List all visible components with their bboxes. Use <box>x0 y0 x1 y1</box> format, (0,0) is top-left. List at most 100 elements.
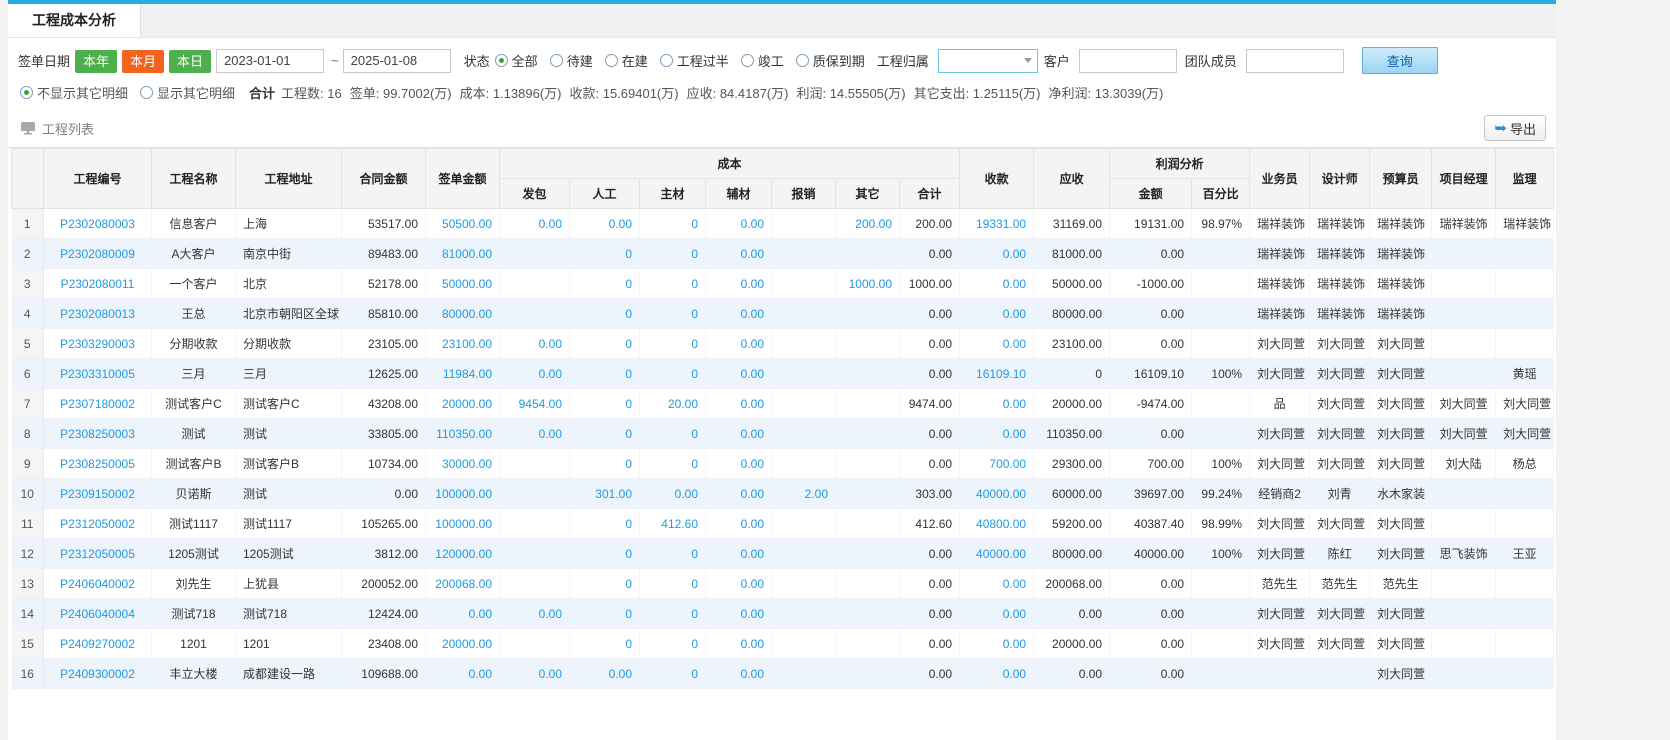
radio-icon[interactable] <box>796 54 809 67</box>
cell-project-code[interactable]: P2302080011 <box>44 269 152 299</box>
cell-labor[interactable]: 0 <box>570 389 640 419</box>
quick-date-button[interactable]: 本月 <box>122 50 164 73</box>
cell-main-material[interactable]: 412.60 <box>640 509 706 539</box>
cell-aux-material[interactable]: 0.00 <box>706 449 772 479</box>
radio-icon[interactable] <box>495 54 508 67</box>
cell-received[interactable]: 40800.00 <box>960 509 1034 539</box>
cell-labor[interactable]: 0 <box>570 299 640 329</box>
cell-main-material[interactable]: 0 <box>640 209 706 239</box>
cell-project-code[interactable]: P2307180002 <box>44 389 152 419</box>
cell-main-material[interactable]: 20.00 <box>640 389 706 419</box>
cell-labor[interactable]: 0 <box>570 539 640 569</box>
cell-signed-amount[interactable]: 20000.00 <box>426 629 500 659</box>
cell-project-code[interactable]: P2409270002 <box>44 629 152 659</box>
cell-aux-material[interactable]: 0.00 <box>706 599 772 629</box>
cell-received[interactable]: 700.00 <box>960 449 1034 479</box>
customer-input[interactable] <box>1079 49 1177 73</box>
cell-outsource[interactable]: 0.00 <box>500 659 570 689</box>
cell-aux-material[interactable]: 0.00 <box>706 509 772 539</box>
cell-project-code[interactable]: P2302080013 <box>44 299 152 329</box>
cell-aux-material[interactable]: 0.00 <box>706 539 772 569</box>
cell-outsource[interactable]: 0.00 <box>500 329 570 359</box>
cell-received[interactable]: 0.00 <box>960 659 1034 689</box>
export-button[interactable]: ➥ 导出 <box>1484 115 1546 141</box>
cell-signed-amount[interactable]: 110350.00 <box>426 419 500 449</box>
cell-received[interactable]: 0.00 <box>960 419 1034 449</box>
cell-labor[interactable]: 0 <box>570 449 640 479</box>
cell-received[interactable]: 40000.00 <box>960 479 1034 509</box>
cell-outsource[interactable]: 0.00 <box>500 209 570 239</box>
cell-main-material[interactable]: 0 <box>640 269 706 299</box>
status-option[interactable]: 全部 <box>495 51 538 70</box>
status-option[interactable]: 工程过半 <box>660 51 729 70</box>
cell-received[interactable]: 40000.00 <box>960 539 1034 569</box>
cell-signed-amount[interactable]: 50000.00 <box>426 269 500 299</box>
cell-signed-amount[interactable]: 0.00 <box>426 659 500 689</box>
cell-signed-amount[interactable]: 100000.00 <box>426 479 500 509</box>
detail-toggle-option[interactable]: 不显示其它明细 <box>20 83 128 102</box>
cell-signed-amount[interactable]: 20000.00 <box>426 389 500 419</box>
cell-aux-material[interactable]: 0.00 <box>706 269 772 299</box>
cell-labor[interactable]: 0 <box>570 269 640 299</box>
project-owner-select[interactable] <box>938 49 1038 73</box>
cell-outsource[interactable]: 0.00 <box>500 359 570 389</box>
cell-main-material[interactable]: 0 <box>640 299 706 329</box>
cell-received[interactable]: 0.00 <box>960 629 1034 659</box>
cell-aux-material[interactable]: 0.00 <box>706 569 772 599</box>
tab-project-cost-analysis[interactable]: 工程成本分析 <box>8 4 141 37</box>
cell-project-code[interactable]: P2303290003 <box>44 329 152 359</box>
cell-project-code[interactable]: P2406040004 <box>44 599 152 629</box>
cell-main-material[interactable]: 0 <box>640 569 706 599</box>
cell-outsource[interactable]: 0.00 <box>500 599 570 629</box>
cell-project-code[interactable]: P2309150002 <box>44 479 152 509</box>
cell-received[interactable]: 0.00 <box>960 299 1034 329</box>
cell-labor[interactable]: 0 <box>570 239 640 269</box>
cell-project-code[interactable]: P2312050002 <box>44 509 152 539</box>
status-option[interactable]: 竣工 <box>741 51 784 70</box>
cell-labor[interactable]: 0 <box>570 569 640 599</box>
status-option[interactable]: 在建 <box>605 51 648 70</box>
radio-icon[interactable] <box>140 86 153 99</box>
cell-project-code[interactable]: P2303310005 <box>44 359 152 389</box>
status-option[interactable]: 质保到期 <box>796 51 865 70</box>
query-button[interactable]: 查询 <box>1362 47 1438 74</box>
cell-signed-amount[interactable]: 50500.00 <box>426 209 500 239</box>
cell-outsource[interactable]: 0.00 <box>500 419 570 449</box>
quick-date-button[interactable]: 本日 <box>169 50 211 73</box>
cell-aux-material[interactable]: 0.00 <box>706 359 772 389</box>
team-member-input[interactable] <box>1246 49 1344 73</box>
cell-other[interactable]: 200.00 <box>836 209 900 239</box>
cell-signed-amount[interactable]: 120000.00 <box>426 539 500 569</box>
cell-aux-material[interactable]: 0.00 <box>706 209 772 239</box>
cell-signed-amount[interactable]: 81000.00 <box>426 239 500 269</box>
cell-main-material[interactable]: 0 <box>640 239 706 269</box>
cell-labor[interactable]: 0.00 <box>570 659 640 689</box>
cell-main-material[interactable]: 0 <box>640 419 706 449</box>
cell-main-material[interactable]: 0.00 <box>640 479 706 509</box>
cell-labor[interactable]: 0 <box>570 329 640 359</box>
cell-signed-amount[interactable]: 11984.00 <box>426 359 500 389</box>
detail-toggle-option[interactable]: 显示其它明细 <box>140 83 235 102</box>
cell-main-material[interactable]: 0 <box>640 359 706 389</box>
cell-reimburse[interactable]: 2.00 <box>772 479 836 509</box>
cell-received[interactable]: 0.00 <box>960 269 1034 299</box>
cell-labor[interactable]: 0 <box>570 599 640 629</box>
cell-received[interactable]: 19331.00 <box>960 209 1034 239</box>
cell-received[interactable]: 0.00 <box>960 239 1034 269</box>
cell-aux-material[interactable]: 0.00 <box>706 299 772 329</box>
cell-aux-material[interactable]: 0.00 <box>706 479 772 509</box>
cell-labor[interactable]: 0 <box>570 509 640 539</box>
radio-icon[interactable] <box>605 54 618 67</box>
cell-received[interactable]: 16109.10 <box>960 359 1034 389</box>
cell-main-material[interactable]: 0 <box>640 539 706 569</box>
radio-icon[interactable] <box>550 54 563 67</box>
cell-signed-amount[interactable]: 0.00 <box>426 599 500 629</box>
cell-main-material[interactable]: 0 <box>640 599 706 629</box>
cell-signed-amount[interactable]: 80000.00 <box>426 299 500 329</box>
cell-main-material[interactable]: 0 <box>640 629 706 659</box>
cell-project-code[interactable]: P2312050005 <box>44 539 152 569</box>
cell-project-code[interactable]: P2308250005 <box>44 449 152 479</box>
date-from-input[interactable] <box>216 49 324 73</box>
cell-received[interactable]: 0.00 <box>960 569 1034 599</box>
cell-project-code[interactable]: P2302080009 <box>44 239 152 269</box>
